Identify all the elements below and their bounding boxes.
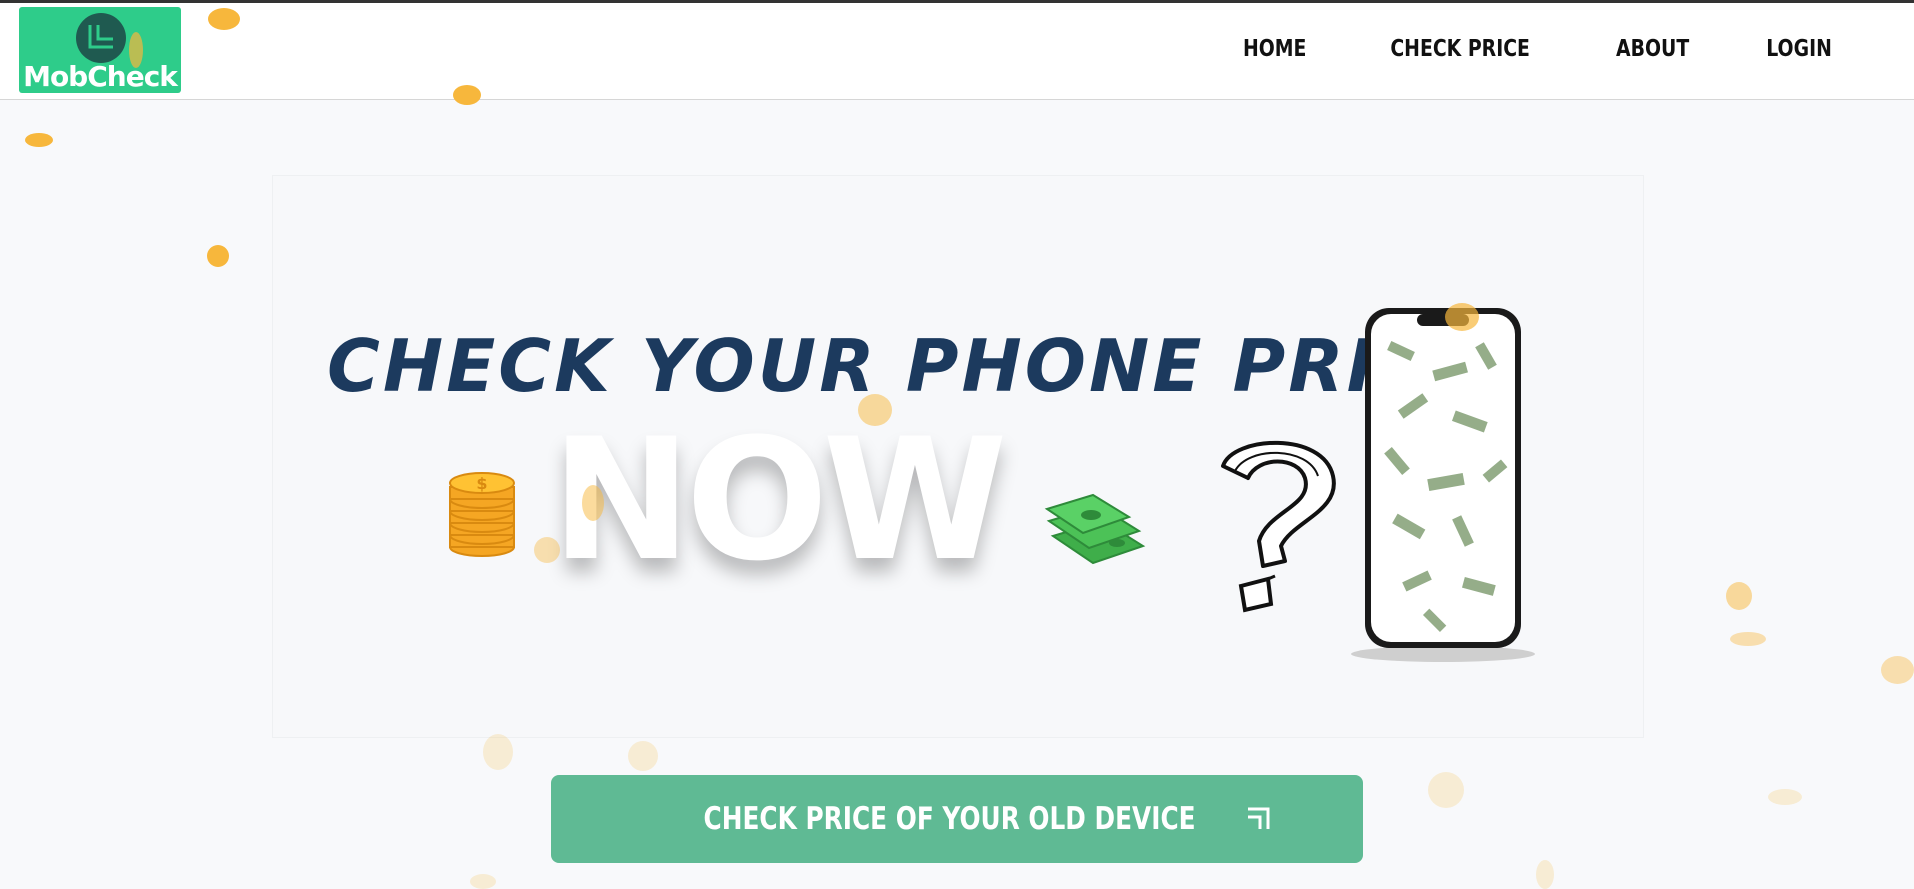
decor-dot bbox=[453, 85, 481, 105]
svg-text:$: $ bbox=[476, 474, 487, 493]
check-price-cta-button[interactable]: CHECK PRICE OF YOUR OLD DEVICE bbox=[551, 775, 1363, 863]
decor-dot bbox=[1726, 582, 1752, 610]
decor-dot bbox=[470, 874, 496, 889]
brand-name: MobCheck bbox=[23, 60, 178, 93]
decor-dot bbox=[129, 32, 143, 68]
arrow-up-right-icon bbox=[1247, 807, 1270, 829]
decor-dot bbox=[534, 537, 560, 563]
decor-dot bbox=[1445, 303, 1479, 331]
decor-dot bbox=[1536, 860, 1554, 889]
question-mark-icon bbox=[1221, 440, 1336, 613]
decor-dot bbox=[483, 734, 513, 770]
main-nav: HOME CHECK PRICE ABOUT LOGIN bbox=[1236, 36, 1839, 62]
navbar: MobCheck HOME CHECK PRICE ABOUT LOGIN bbox=[0, 3, 1914, 100]
coin-stack-icon: $ bbox=[449, 472, 515, 557]
decor-dot bbox=[208, 8, 240, 30]
logo-mark-icon bbox=[76, 13, 126, 63]
nav-check-price[interactable]: CHECK PRICE bbox=[1391, 36, 1531, 62]
cta-label: CHECK PRICE OF YOUR OLD DEVICE bbox=[703, 801, 1197, 837]
cash-stack-icon bbox=[1044, 493, 1146, 565]
decor-dot bbox=[1730, 632, 1766, 646]
decor-dot bbox=[628, 741, 658, 771]
decor-dot bbox=[1428, 772, 1464, 808]
hero-emphasis: NOW bbox=[551, 402, 1008, 598]
hero-headline: CHECK YOUR PHONE PRICE bbox=[327, 324, 1485, 408]
decor-dot bbox=[1881, 656, 1914, 684]
brand-logo[interactable]: MobCheck bbox=[19, 7, 181, 93]
nav-home[interactable]: HOME bbox=[1243, 36, 1306, 62]
decor-dot bbox=[207, 245, 229, 267]
decor-dot bbox=[1768, 789, 1802, 805]
nav-about[interactable]: ABOUT bbox=[1616, 36, 1689, 62]
decor-dot bbox=[25, 133, 53, 147]
nav-login[interactable]: LOGIN bbox=[1766, 36, 1832, 62]
smartphone-icon bbox=[1351, 308, 1535, 662]
decor-dot bbox=[582, 485, 604, 521]
decor-dot bbox=[858, 394, 892, 426]
hero-banner: CHECK YOUR PHONE PRICE NOW $ bbox=[272, 175, 1644, 738]
